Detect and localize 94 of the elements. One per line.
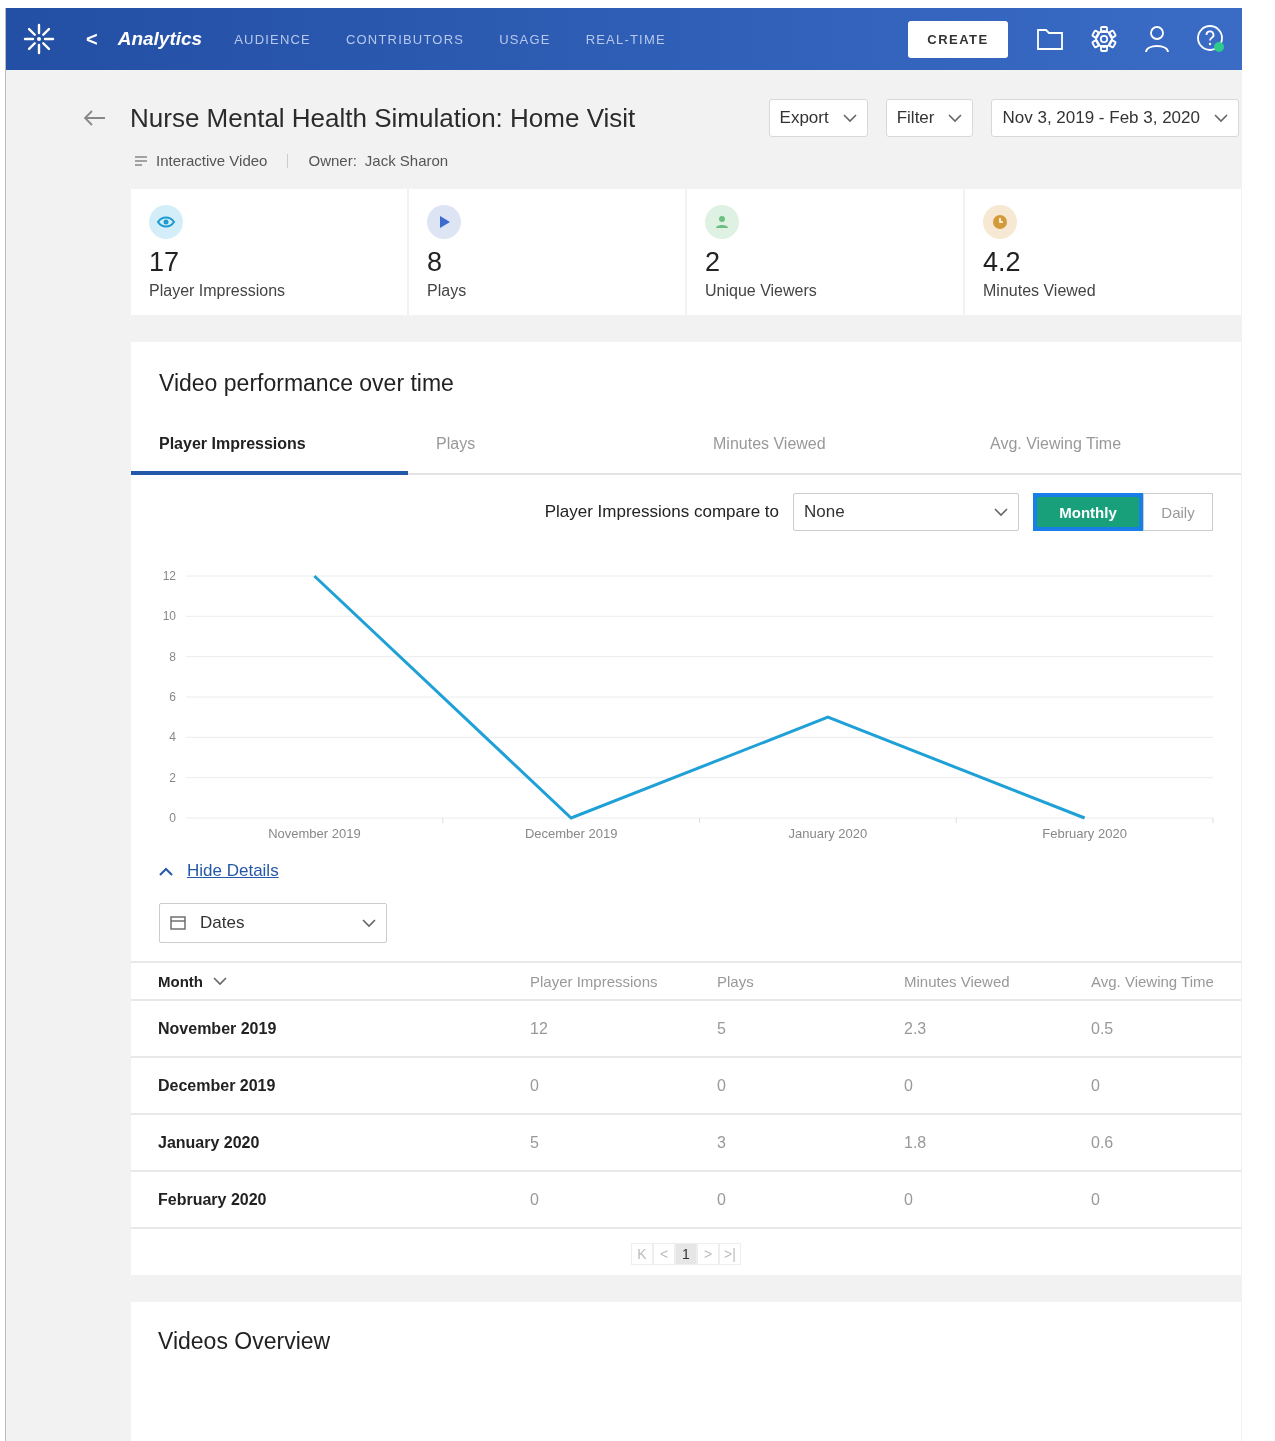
app-title: Analytics	[117, 28, 203, 50]
column-header[interactable]: Minutes Viewed	[904, 972, 1010, 990]
folder-icon[interactable]	[1036, 27, 1064, 51]
x-tick-label: December 2019	[524, 826, 618, 841]
chevron-up-icon[interactable]	[159, 866, 173, 876]
content-type: Interactive Video	[156, 152, 268, 169]
next-page-button[interactable]: >	[697, 1243, 719, 1265]
user-icon[interactable]	[1144, 25, 1170, 53]
prev-page-button[interactable]: <	[653, 1243, 675, 1265]
y-tick-label: 0	[169, 811, 176, 825]
table-cell: 2.3	[904, 1019, 927, 1037]
metric-tab[interactable]: Minutes Viewed	[685, 427, 962, 475]
table-cell: 0	[530, 1076, 539, 1094]
first-page-button[interactable]: K	[631, 1243, 653, 1265]
dates-dropdown[interactable]: Dates	[159, 903, 387, 943]
table-cell: 0	[1091, 1190, 1100, 1208]
y-tick-label: 2	[169, 770, 176, 785]
filter-dropdown[interactable]: Filter	[885, 99, 974, 137]
stat-value: 4.2	[983, 247, 1022, 278]
card-title: Video performance over time	[158, 369, 455, 397]
table-cell: 0	[1091, 1076, 1100, 1094]
create-button[interactable]: CREATE	[908, 20, 1008, 58]
table-cell: 12	[530, 1019, 548, 1037]
table-cell: 3	[717, 1133, 726, 1151]
clock-icon	[983, 205, 1017, 239]
y-tick-label: 4	[169, 730, 176, 745]
date-range-dropdown[interactable]: Nov 3, 2019 - Feb 3, 2020	[991, 99, 1239, 137]
y-tick-label: 8	[169, 649, 176, 664]
table-cell: 1.8	[904, 1133, 927, 1151]
owner-label: Owner:	[308, 152, 357, 169]
y-tick-label: 10	[162, 609, 176, 624]
stat-label: Unique Viewers	[705, 282, 818, 300]
compare-dropdown[interactable]: None	[793, 493, 1019, 531]
table-cell: February 2020	[158, 1190, 267, 1208]
table-cell: December 2019	[158, 1076, 276, 1094]
export-dropdown[interactable]: Export	[768, 99, 868, 137]
person-icon	[705, 205, 739, 239]
nav-link[interactable]: USAGE	[499, 31, 551, 47]
metric-tab[interactable]: Plays	[408, 427, 685, 475]
play-icon	[427, 205, 461, 239]
granularity-toggle[interactable]: Daily	[1143, 493, 1213, 531]
column-header[interactable]: Player Impressions	[530, 972, 658, 990]
metric-tab[interactable]: Avg. Viewing Time	[962, 427, 1239, 475]
table-cell: 0	[904, 1190, 913, 1208]
stat-value: 2	[705, 247, 722, 278]
x-tick-label: January 2020	[788, 826, 868, 841]
nav-link[interactable]: AUDIENCE	[234, 31, 311, 47]
table-cell: 0	[904, 1076, 913, 1094]
stat-label: Plays	[427, 282, 468, 300]
table-cell: 0	[530, 1190, 539, 1208]
back-button[interactable]: <	[86, 27, 98, 51]
table-cell: January 2020	[158, 1133, 260, 1151]
table-cell: 0	[717, 1076, 726, 1094]
logo-icon	[22, 22, 56, 56]
hide-details-link[interactable]: Hide Details	[187, 861, 279, 881]
column-header[interactable]: Month	[158, 972, 203, 990]
column-header[interactable]: Plays	[717, 972, 754, 990]
chevron-down-icon	[994, 507, 1008, 517]
chevron-down-icon	[842, 113, 857, 123]
owner-name: Jack Sharon	[364, 152, 449, 169]
compare-label: Player Impressions compare to	[544, 502, 779, 522]
card-title: Videos Overview	[157, 1327, 332, 1355]
back-arrow-icon[interactable]	[84, 110, 106, 126]
last-page-button[interactable]: >|	[719, 1243, 741, 1265]
table-cell: 5	[530, 1133, 539, 1151]
nav-link[interactable]: CONTRIBUTORS	[345, 31, 465, 47]
table-cell: November 2019	[158, 1019, 277, 1037]
help-icon[interactable]	[1196, 24, 1226, 54]
y-tick-label: 12	[162, 569, 176, 583]
table-cell: 0.5	[1091, 1019, 1114, 1037]
page-button[interactable]: 1	[675, 1243, 697, 1265]
x-tick-label: November 2019	[268, 826, 361, 841]
stat-label: Minutes Viewed	[983, 282, 1097, 300]
nav-link[interactable]: REAL-TIME	[585, 31, 666, 47]
page-title: Nurse Mental Health Simulation: Home Visit	[130, 102, 636, 134]
table-cell: 0.6	[1091, 1133, 1114, 1151]
chevron-down-icon	[948, 113, 963, 123]
table-cell: 5	[717, 1019, 726, 1037]
metric-tab[interactable]: Player Impressions	[131, 427, 408, 475]
calendar-icon	[170, 916, 186, 930]
x-tick-label: February 2020	[1042, 826, 1127, 841]
stat-value: 8	[427, 247, 444, 278]
eye-icon	[149, 205, 183, 239]
settings-icon[interactable]	[1090, 25, 1118, 53]
list-icon	[134, 154, 148, 167]
chevron-down-icon	[1214, 113, 1228, 123]
granularity-toggle[interactable]: Monthly	[1033, 493, 1143, 531]
chevron-down-icon	[362, 918, 376, 928]
column-header[interactable]: Avg. Viewing Time	[1091, 972, 1214, 990]
stat-value: 17	[149, 247, 181, 278]
chevron-down-icon	[213, 976, 227, 986]
y-tick-label: 6	[169, 690, 176, 704]
stat-label: Player Impressions	[149, 282, 287, 300]
table-cell: 0	[717, 1190, 726, 1208]
